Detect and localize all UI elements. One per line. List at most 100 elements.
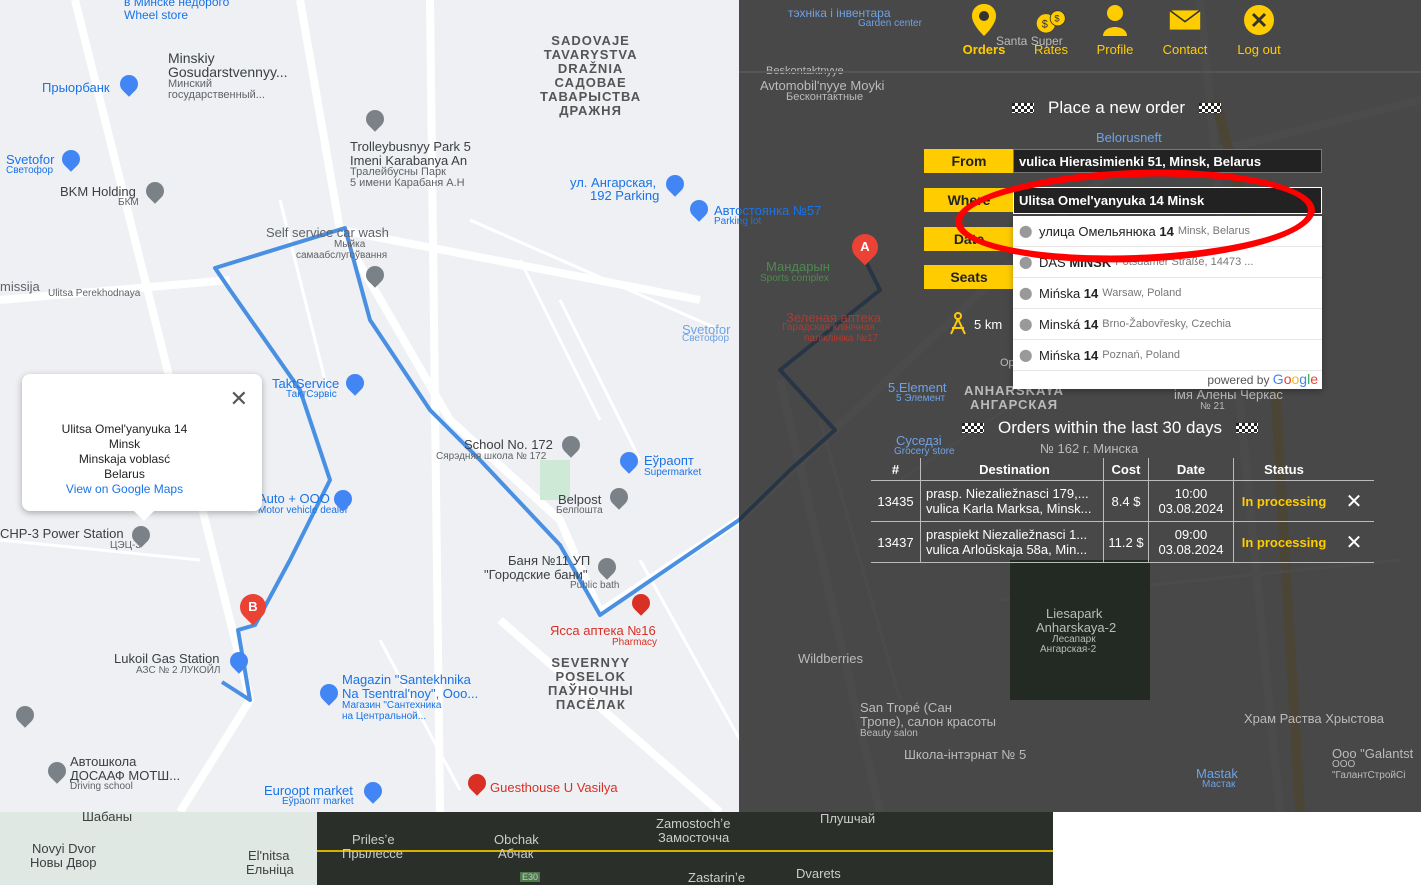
map-label: Автошкола — [70, 754, 137, 769]
close-circle-icon — [1243, 4, 1275, 36]
suggestion-main: Minská — [1039, 316, 1084, 332]
map-label: БКМ — [118, 197, 139, 208]
form-title: Place a new order — [1048, 98, 1186, 117]
map-label: Магазин "Сантехника — [342, 700, 442, 711]
order-from: praspiekt Niezaliežnasci 1... — [926, 527, 1088, 542]
orders-title: Orders within the last 30 days — [998, 418, 1222, 437]
checker-icon — [1235, 423, 1258, 433]
map-label: Guesthouse U Vasilya — [490, 780, 618, 795]
pin-icon: ⬤ — [1019, 317, 1033, 331]
map-label: Новы Двор — [30, 855, 97, 870]
nav-logout[interactable]: Log out — [1233, 4, 1285, 57]
map-label: Замосточча — [658, 830, 730, 845]
info-region: Minskaja voblasć — [78, 452, 171, 466]
order-cost: 8.4 $ — [1103, 480, 1149, 522]
location-pin-icon — [968, 4, 1000, 36]
marker-b-icon[interactable]: B — [234, 588, 272, 626]
view-on-google-maps-link[interactable]: View on Google Maps — [22, 482, 227, 497]
table-row[interactable]: 13437 praspiekt Niezaliežnasci 1... vuli… — [871, 521, 1374, 563]
suggestion-match: 14 — [1083, 316, 1099, 332]
suggestion-match: 14 — [1083, 285, 1099, 301]
order-day: 03.08.2024 — [1158, 542, 1224, 557]
map-label: missija — [0, 279, 40, 294]
map-label: Auto + OOO — [258, 491, 330, 506]
nav-divider — [739, 71, 1421, 73]
col-header: Cost — [1103, 458, 1149, 481]
order-to: vulica Karla Marksa, Minsk... — [926, 501, 1092, 516]
map-label: Абчак — [498, 846, 534, 861]
map-label: Dvarets — [796, 866, 841, 881]
user-icon — [1099, 4, 1131, 36]
order-id: 13435 — [871, 480, 921, 522]
nav-orders[interactable]: Orders — [959, 4, 1009, 57]
map-label: на Центральной... — [342, 711, 427, 722]
map-label: Beauty salon — [860, 728, 918, 739]
top-nav: Orders $ $ Rates Profile Contact Log out — [739, 0, 1421, 72]
map-label: № 162 г. Минска — [1040, 441, 1139, 456]
map-label: Мастак — [1202, 779, 1236, 790]
order-time: 09:00 — [1174, 527, 1208, 542]
map-label: Ясса аптека №16 — [550, 623, 656, 638]
info-country: Belarus — [104, 467, 145, 481]
map-label: Obchak — [494, 832, 539, 847]
map-label: "ГалантСтройСі — [1332, 770, 1406, 781]
map-label: паліклініка №17 — [804, 333, 879, 344]
suggestion-secondary: Brno-Žabovřesky, Czechia — [1102, 318, 1232, 330]
map-label: 5 имени Карабаня А.Н — [350, 177, 465, 189]
col-header: Destination — [920, 458, 1104, 481]
autocomplete-item[interactable]: ⬤ Mińska 14 Warsaw, Poland — [1013, 278, 1322, 309]
map-label: Zamostochʼe — [656, 816, 731, 831]
map-label: ООО — [1332, 759, 1356, 770]
nav-contact[interactable]: Contact — [1159, 4, 1211, 57]
cancel-order-icon[interactable]: ✕ — [1334, 480, 1374, 522]
col-header: Status — [1233, 458, 1334, 481]
order-to: vulica Arloŭskaja 58a, Min... — [926, 542, 1088, 557]
close-icon[interactable]: ✕ — [230, 386, 248, 412]
map-info-window: ✕ Ulitsa Omel'yanyuka 14 Minsk Minskaja … — [22, 374, 262, 521]
order-time: 10:00 — [1174, 486, 1208, 501]
order-form-title: Place a new order — [1012, 98, 1222, 118]
map-label: Белпошта — [556, 505, 603, 516]
col-header: # — [871, 458, 921, 481]
powered-by-google: powered by Google — [1013, 371, 1322, 389]
suggestion-secondary: Warsaw, Poland — [1102, 287, 1182, 299]
map-label: San Tropé (Сан — [860, 700, 952, 715]
autocomplete-item[interactable]: ⬤ Mińska 14 Poznań, Poland — [1013, 340, 1322, 371]
map-label: Motor vehicle dealer — [258, 505, 349, 516]
map-label: імя Алены Черкас — [1174, 387, 1283, 402]
map-label: Liesapark — [1046, 606, 1103, 621]
map-label: Гарадская клінічная — [782, 322, 875, 333]
suggestion-main: Mińska — [1039, 347, 1084, 363]
map-label: School No. 172 — [464, 437, 553, 452]
map-label: CHP-3 Power Station — [0, 526, 124, 541]
map-label: Supermarket — [644, 467, 702, 478]
cancel-order-icon[interactable]: ✕ — [1334, 521, 1374, 563]
orders-table: # Destination Cost Date Status 13435 pra… — [871, 458, 1374, 563]
nav-label: Rates — [1034, 42, 1068, 57]
nav-profile[interactable]: Profile — [1091, 4, 1139, 57]
order-date: 09:00 03.08.2024 — [1148, 521, 1234, 563]
nav-rates[interactable]: $ $ Rates — [1029, 4, 1073, 57]
map-label: Magazin "Santekhnika — [342, 672, 471, 687]
blank-area — [1053, 812, 1421, 885]
dark-overlay — [739, 0, 1421, 812]
distance-indicator: 5 km — [948, 312, 1002, 336]
from-label: From — [924, 149, 1014, 173]
map-label: самаабслугоўвання — [296, 250, 388, 261]
autocomplete-item[interactable]: ⬤ Minská 14 Brno-Žabovřesky, Czechia — [1013, 309, 1322, 340]
info-window-tail — [134, 511, 154, 521]
map-label: в Минске недорого Wheel store — [124, 0, 230, 22]
checker-icon — [1012, 103, 1034, 113]
order-status: In processing — [1233, 480, 1334, 522]
marker-a-icon[interactable]: A — [846, 228, 884, 266]
map-label: Zastarinʼe — [688, 870, 746, 885]
checker-icon — [962, 423, 984, 433]
map-label: Belorusneft — [1096, 130, 1162, 145]
table-row[interactable]: 13435 prasp. Niezaliežnasci 179,... vuli… — [871, 480, 1374, 522]
map-label: государственный... — [168, 89, 265, 101]
map-label: Светофор — [6, 165, 54, 176]
nav-label: Profile — [1096, 42, 1134, 57]
checker-icon — [1199, 103, 1222, 113]
pin-icon: ⬤ — [1019, 348, 1033, 362]
map-label: Anharskaya-2 — [1036, 620, 1117, 635]
